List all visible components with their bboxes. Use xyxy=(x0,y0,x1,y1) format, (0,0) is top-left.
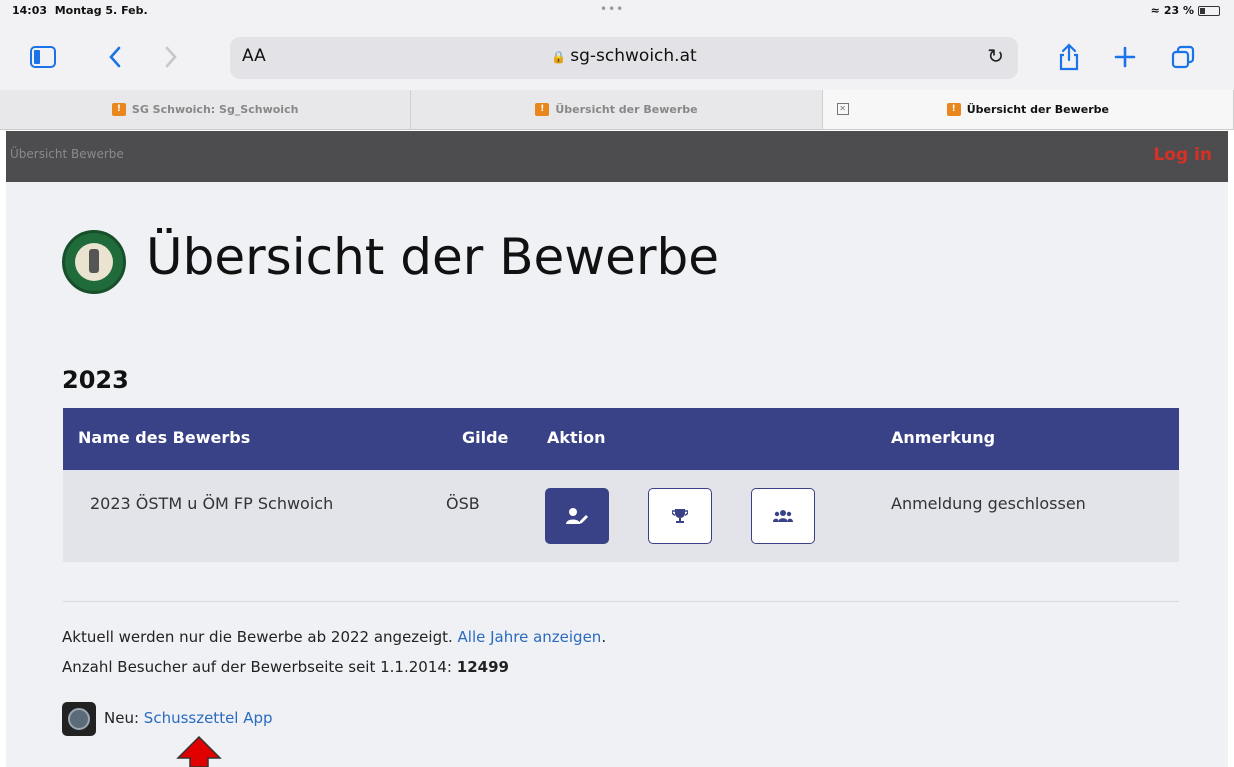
new-app-notice: Neu: Schusszettel App xyxy=(104,709,273,727)
competition-gilde: ÖSB xyxy=(446,494,480,513)
schusszettel-app-link[interactable]: Schusszettel App xyxy=(144,709,273,727)
logo-figure xyxy=(89,249,99,273)
target-icon xyxy=(68,708,90,730)
url-text: sg-schwoich.at xyxy=(570,46,697,66)
status-bar: 14:03 Montag 5. Feb. ••• ≈ 23 % xyxy=(0,0,1234,26)
reload-icon[interactable]: ↻ xyxy=(987,44,1004,68)
url-display[interactable]: 🔒 sg-schwoich.at xyxy=(230,46,1018,66)
header-name: Name des Bewerbs xyxy=(78,428,251,447)
navbar-brand-link[interactable]: Übersicht Bewerbe xyxy=(10,147,124,161)
login-link[interactable]: Log in xyxy=(1153,145,1212,165)
table-row: 2023 ÖSTM u ÖM FP Schwoich ÖSB Anmeldung… xyxy=(63,470,1179,562)
show-all-years-link[interactable]: Alle Jahre anzeigen xyxy=(458,628,602,646)
favicon-icon: ! xyxy=(535,103,550,116)
header-anmerkung: Anmerkung xyxy=(891,428,996,447)
share-icon[interactable] xyxy=(1052,40,1086,74)
tabs-overview-icon[interactable] xyxy=(1166,40,1200,74)
tab-label: Übersicht der Bewerbe xyxy=(966,103,1109,116)
divider xyxy=(63,601,1179,602)
results-button[interactable] xyxy=(648,488,712,544)
competition-name: 2023 ÖSTM u ÖM FP Schwoich xyxy=(90,494,334,513)
trophy-icon xyxy=(672,509,688,523)
filter-info-text: Aktuell werden nur die Bewerbe ab 2022 a… xyxy=(62,628,453,646)
visitor-counter: Anzahl Besucher auf der Bewerbseite seit… xyxy=(62,658,509,676)
address-bar[interactable]: AA 🔒 sg-schwoich.at ↻ xyxy=(230,37,1018,79)
tab-bar: ! SG Schwoich: Sg_Schwoich ! Übersicht d… xyxy=(0,90,1234,130)
wifi-icon: ≈ xyxy=(1150,4,1160,17)
user-edit-icon xyxy=(566,508,588,524)
users-icon xyxy=(773,510,793,522)
browser-toolbar: AA 🔒 sg-schwoich.at ↻ xyxy=(0,26,1234,90)
lock-icon: 🔒 xyxy=(551,50,567,64)
visitor-count: 12499 xyxy=(456,658,509,676)
back-icon[interactable] xyxy=(98,40,132,74)
visitor-counter-label: Anzahl Besucher auf der Bewerbseite seit… xyxy=(62,658,452,676)
filter-info-period: . xyxy=(601,628,607,646)
page-content: Übersicht der Bewerbe 2023 Name des Bewe… xyxy=(6,182,1228,767)
tab-label: SG Schwoich: Sg_Schwoich xyxy=(131,103,299,116)
status-time: 14:03 xyxy=(12,4,48,17)
battery-icon xyxy=(1198,5,1220,16)
table-header: Name des Bewerbs Gilde Aktion Anmerkung xyxy=(63,408,1179,470)
favicon-icon: ! xyxy=(111,103,126,116)
competition-remark: Anmeldung geschlossen xyxy=(891,494,1086,513)
annotation-arrow-icon xyxy=(176,736,222,767)
favicon-icon: ! xyxy=(946,103,961,116)
header-aktion: Aktion xyxy=(547,428,606,447)
site-navbar: Übersicht Bewerbe Log in xyxy=(6,131,1228,182)
close-tab-icon[interactable]: ✕ xyxy=(836,103,849,115)
forward-icon[interactable] xyxy=(154,40,188,74)
tab-label: Übersicht der Bewerbe xyxy=(555,103,698,116)
battery-percent: 23 % xyxy=(1163,4,1194,17)
app-icon[interactable] xyxy=(62,702,96,736)
year-heading: 2023 xyxy=(62,366,129,394)
filter-info: Aktuell werden nur die Bewerbe ab 2022 a… xyxy=(62,628,606,646)
tab-uebersicht-1[interactable]: ! Übersicht der Bewerbe xyxy=(411,90,823,129)
tab-uebersicht-active[interactable]: ✕ ! Übersicht der Bewerbe xyxy=(822,90,1234,129)
status-datetime: 14:03 Montag 5. Feb. xyxy=(12,4,148,17)
register-button[interactable] xyxy=(545,488,609,544)
page-title: Übersicht der Bewerbe xyxy=(146,228,719,286)
multitasking-dots[interactable]: ••• xyxy=(600,2,624,16)
new-tab-icon[interactable] xyxy=(1108,40,1142,74)
sidebar-toggle-icon[interactable] xyxy=(26,40,60,74)
club-logo xyxy=(62,230,126,294)
status-indicators: ≈ 23 % xyxy=(1151,4,1220,17)
new-prefix: Neu: xyxy=(104,709,140,727)
tab-sg-schwoich[interactable]: ! SG Schwoich: Sg_Schwoich xyxy=(0,90,412,129)
participants-button[interactable] xyxy=(751,488,815,544)
status-date: Montag 5. Feb. xyxy=(54,4,148,17)
header-gilde: Gilde xyxy=(462,428,509,447)
competitions-table: Name des Bewerbs Gilde Aktion Anmerkung … xyxy=(63,408,1179,562)
